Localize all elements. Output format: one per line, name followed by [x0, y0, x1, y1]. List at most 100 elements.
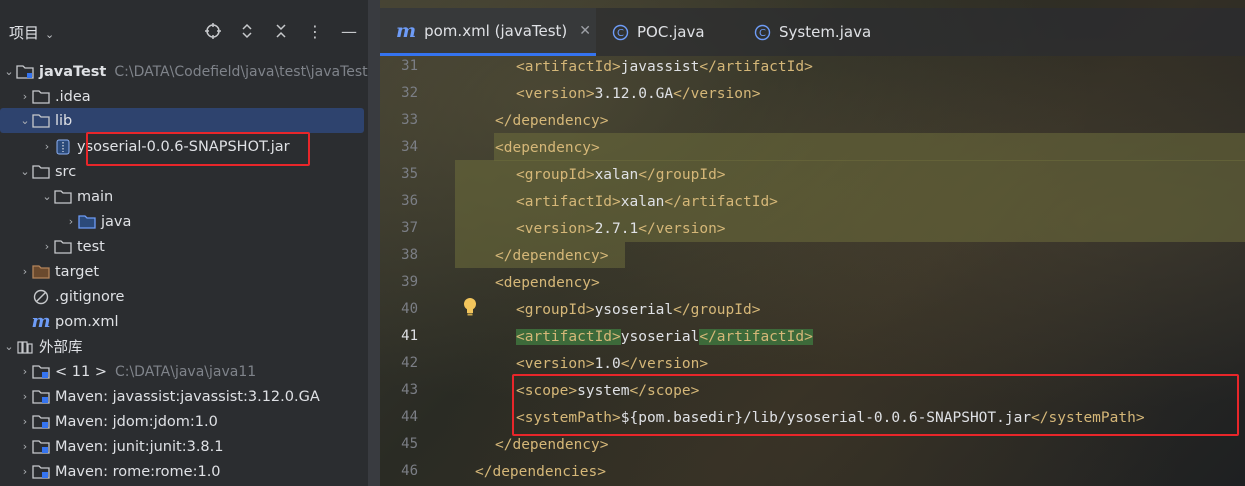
tree-item-gitignore[interactable]: .gitignore: [0, 284, 368, 309]
tree-item-src[interactable]: ⌄ src: [0, 159, 368, 184]
code-line-current: <artifactId> ysoserial </artifactId>: [516, 323, 813, 350]
xml-tag-close: </version>: [638, 220, 726, 237]
line-number: 42: [401, 355, 418, 371]
chevron-right-icon[interactable]: ›: [40, 140, 54, 153]
lightbulb-icon[interactable]: [462, 297, 478, 321]
xml-tag-close: </artifactId>: [699, 58, 813, 75]
collapse-all-icon[interactable]: [270, 20, 292, 42]
line-number: 33: [401, 112, 418, 128]
svg-text:C: C: [617, 28, 624, 39]
xml-tag-open: <artifactId>: [516, 328, 621, 345]
tree-item-idea[interactable]: › .idea: [0, 84, 368, 109]
xml-tag-open: <version>: [516, 355, 595, 372]
chevron-down-icon[interactable]: ⌄: [2, 65, 16, 78]
code-line: <groupId> ysoserial </groupId>: [516, 296, 760, 323]
folder-icon: [32, 89, 50, 105]
annotation-box-system-scope: [512, 374, 1239, 436]
locate-file-icon[interactable]: [202, 20, 224, 42]
match-highlight: [494, 133, 1245, 161]
expand-all-icon[interactable]: [236, 20, 258, 42]
more-options-icon[interactable]: ⋮: [304, 20, 326, 42]
folder-icon: [32, 164, 50, 180]
tree-item-javatest[interactable]: ⌄ javaTest C:\DATA\Codefield\java\test\j…: [0, 59, 368, 84]
maven-icon: m: [31, 311, 51, 332]
chevron-down-icon[interactable]: ⌄: [2, 340, 16, 353]
line-number-current: 41: [401, 328, 418, 344]
xml-tag-open: <groupId>: [516, 301, 595, 318]
chevron-right-icon[interactable]: ›: [18, 440, 32, 453]
tree-item-java[interactable]: › java: [0, 209, 368, 234]
line-number: 46: [401, 463, 418, 479]
tree-item-pom[interactable]: m pom.xml: [0, 309, 368, 334]
tree-item-test[interactable]: › test: [0, 234, 368, 259]
xml-tag-open: <dependency>: [495, 139, 600, 156]
chevron-right-icon[interactable]: ›: [40, 240, 54, 253]
code-line: <version> 1.0 </version>: [516, 350, 708, 377]
maven-library-icon: [32, 464, 50, 480]
tree-item-label: javaTest: [39, 63, 107, 80]
chevron-down-icon: ⌄: [45, 28, 55, 41]
close-icon[interactable]: ✕: [579, 23, 591, 39]
project-view-selector[interactable]: 项目 ⌄: [9, 22, 54, 43]
tab-system-java[interactable]: C System.java: [754, 8, 871, 56]
chevron-right-icon[interactable]: ›: [18, 90, 32, 103]
tree-item-label: src: [55, 163, 77, 180]
xml-tag-open: <version>: [516, 220, 595, 237]
xml-text: 1.0: [594, 355, 621, 372]
chevron-right-icon[interactable]: ›: [18, 390, 32, 403]
tree-item-jdk[interactable]: › < 11 > C:\DATA\java\java11: [0, 359, 368, 384]
chevron-right-icon[interactable]: ›: [18, 415, 32, 428]
xml-text: xalan: [620, 193, 665, 210]
tree-item-main[interactable]: ⌄ main: [0, 184, 368, 209]
tree-item-label: Maven: rome:rome:1.0: [55, 463, 221, 480]
line-number: 40: [401, 301, 418, 317]
tree-item-label: test: [77, 238, 105, 255]
chevron-right-icon[interactable]: ›: [18, 265, 32, 278]
tree-item-path: C:\DATA\java\java11: [114, 363, 257, 380]
tree-item-maven-rome[interactable]: › Maven: rome:rome:1.0: [0, 459, 368, 484]
line-number: 44: [401, 409, 418, 425]
code-line: </dependencies>: [475, 458, 606, 485]
tree-item-label: Maven: jdom:jdom:1.0: [55, 413, 218, 430]
tab-label: pom.xml (javaTest): [424, 21, 568, 40]
chevron-down-icon[interactable]: ⌄: [18, 165, 32, 178]
tree-item-maven-javassist[interactable]: › Maven: javassist:javassist:3.12.0.GA: [0, 384, 368, 409]
maven-library-icon: [32, 439, 50, 455]
tab-pom-xml[interactable]: m pom.xml (javaTest) ✕: [380, 8, 596, 56]
editor-tab-bar: m pom.xml (javaTest) ✕ C POC.java C Syst…: [380, 8, 1245, 56]
xml-tag-open: <dependency>: [495, 274, 600, 291]
tree-item-external-libraries[interactable]: ⌄ 外部库: [0, 334, 368, 359]
tree-item-label: < 11 >: [55, 363, 107, 380]
excluded-folder-icon: [32, 264, 50, 280]
folder-icon: [32, 113, 50, 129]
line-number: 39: [401, 274, 418, 290]
tree-item-maven-jdom[interactable]: › Maven: jdom:jdom:1.0: [0, 409, 368, 434]
xml-tag-open: <groupId>: [516, 166, 595, 183]
code-line: <version> 2.7.1 </version>: [516, 215, 726, 242]
xml-text: ysoserial: [594, 301, 674, 318]
svg-text:C: C: [759, 28, 766, 39]
xml-tag-close: </version>: [620, 355, 709, 372]
chevron-right-icon[interactable]: ›: [64, 215, 78, 228]
tree-item-label: java: [101, 213, 132, 230]
tree-item-target[interactable]: › target: [0, 259, 368, 284]
code-line: <artifactId> javassist </artifactId>: [516, 53, 813, 80]
code-line: <artifactId> xalan </artifactId>: [516, 188, 778, 215]
source-folder-icon: [78, 214, 96, 230]
xml-text: ysoserial: [620, 328, 700, 345]
tree-item-maven-junit[interactable]: › Maven: junit:junit:3.8.1: [0, 434, 368, 459]
ignore-file-icon: [32, 289, 50, 305]
panel-splitter[interactable]: [368, 0, 380, 486]
chevron-down-icon[interactable]: ⌄: [40, 190, 54, 203]
tree-item-lib[interactable]: ⌄ lib: [0, 108, 364, 133]
chevron-down-icon[interactable]: ⌄: [18, 114, 32, 127]
xml-tag-close: </artifactId>: [664, 193, 778, 210]
tab-poc-java[interactable]: C POC.java: [612, 8, 705, 56]
code-line: <groupId> xalan </groupId>: [516, 161, 726, 188]
hide-panel-icon[interactable]: —: [338, 20, 360, 42]
line-number: 36: [401, 193, 418, 209]
chevron-right-icon[interactable]: ›: [18, 365, 32, 378]
chevron-right-icon[interactable]: ›: [18, 465, 32, 478]
xml-text: 2.7.1: [594, 220, 639, 237]
xml-tag-open: </dependencies>: [475, 463, 606, 480]
